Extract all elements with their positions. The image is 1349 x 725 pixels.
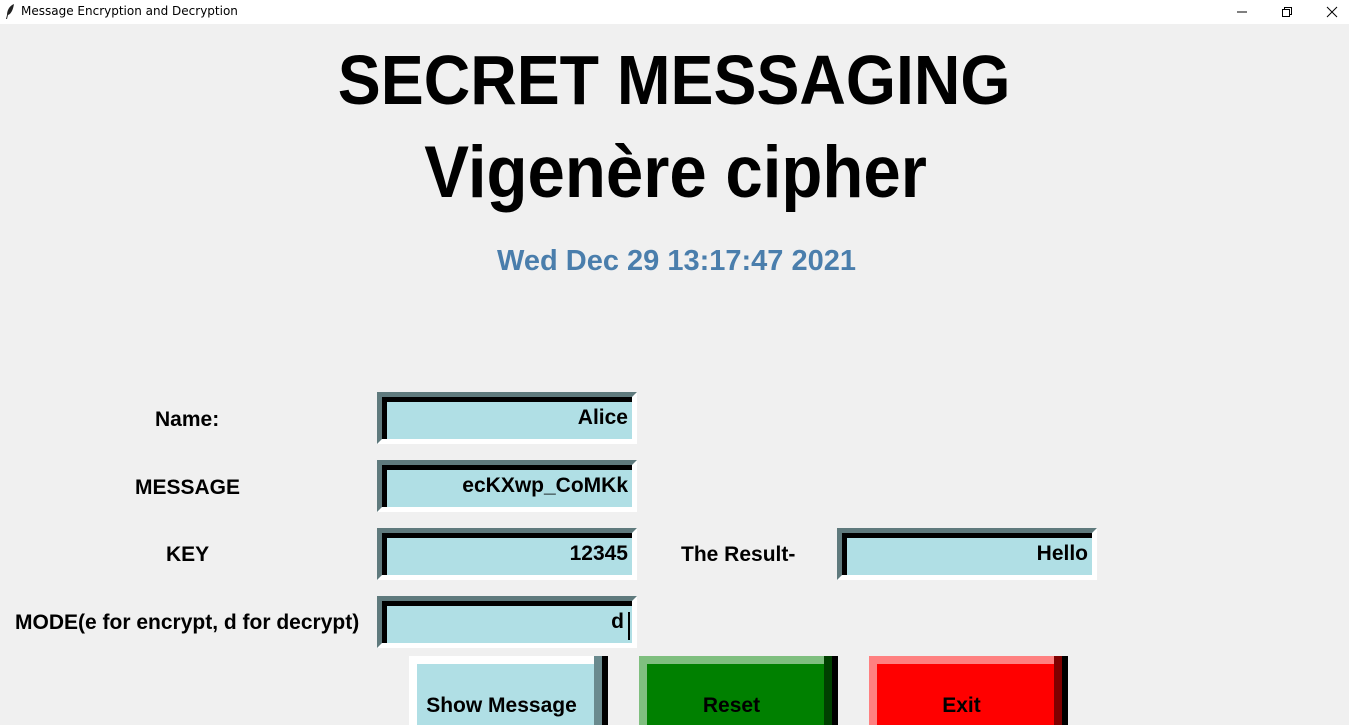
name-label: Name:	[155, 408, 220, 431]
key-field-value: 12345	[569, 542, 628, 565]
page-subtitle: Vigenère cipher	[424, 132, 927, 213]
button-bevel	[1054, 656, 1062, 725]
name-field[interactable]: Alice	[377, 392, 637, 444]
mode-field-inner: d	[382, 601, 632, 643]
minimize-button[interactable]	[1219, 0, 1265, 24]
page-title: SECRET MESSAGING	[337, 41, 1011, 119]
name-field-value: Alice	[577, 406, 628, 429]
close-button[interactable]	[1309, 0, 1349, 24]
result-field-inner: Hello	[842, 533, 1092, 575]
app-window: Message Encryption and Decryption SECRET…	[0, 0, 1349, 725]
button-bevel	[594, 656, 602, 725]
reset-button[interactable]: Reset	[639, 656, 838, 725]
show-message-label: Show Message	[426, 694, 577, 717]
exit-label: Exit	[942, 694, 981, 717]
message-field-inner: ecKXwp_CoMKk	[382, 465, 632, 507]
reset-label: Reset	[702, 694, 761, 717]
minimize-icon	[1237, 11, 1247, 13]
result-label: The Result-	[681, 543, 796, 566]
show-message-button[interactable]: Show Message	[409, 656, 608, 725]
result-field[interactable]: Hello	[837, 528, 1097, 580]
message-field[interactable]: ecKXwp_CoMKk	[377, 460, 637, 512]
message-field-value: ecKXwp_CoMKk	[462, 474, 628, 497]
message-label: MESSAGE	[135, 476, 241, 499]
window-title: Message Encryption and Decryption	[21, 4, 238, 18]
mode-label: MODE(e for encrypt, d for decrypt)	[15, 611, 360, 634]
title-bar: Message Encryption and Decryption	[0, 0, 1349, 24]
mode-field-value: d	[611, 610, 624, 633]
key-label: KEY	[166, 543, 210, 566]
result-field-value: Hello	[1036, 542, 1088, 565]
exit-button[interactable]: Exit	[869, 656, 1068, 725]
restore-button[interactable]	[1264, 0, 1310, 24]
restore-icon	[1282, 7, 1292, 17]
key-field[interactable]: 12345	[377, 528, 637, 580]
datetime-label: Wed Dec 29 13:17:47 2021	[497, 245, 856, 277]
key-field-inner: 12345	[382, 533, 632, 575]
close-icon	[1326, 6, 1338, 18]
feather-icon	[6, 4, 14, 19]
button-bevel	[824, 656, 832, 725]
text-caret	[628, 612, 630, 640]
name-field-inner: Alice	[382, 397, 632, 439]
mode-field[interactable]: d	[377, 596, 637, 648]
